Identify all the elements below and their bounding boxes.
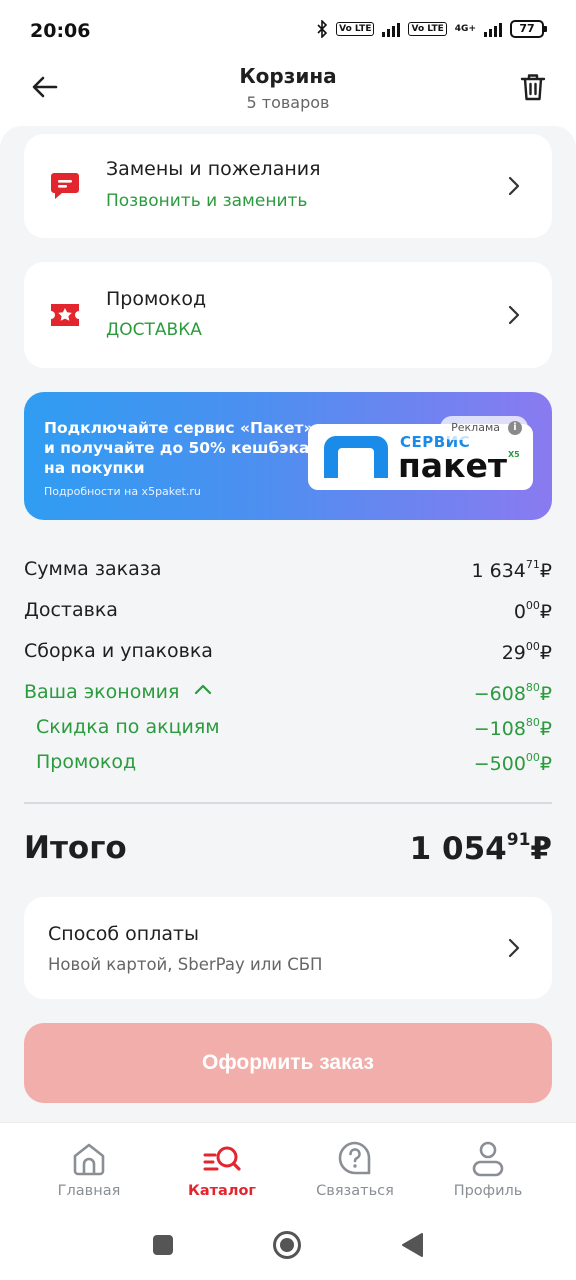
ticket-star-icon — [51, 304, 79, 326]
status-time: 20:06 — [30, 20, 91, 42]
items-count: 5 товаров — [246, 93, 330, 112]
promocode-card[interactable]: Промокод ДОСТАВКА — [24, 262, 552, 368]
replacements-subtitle: Позвонить и заменить — [106, 191, 308, 211]
payment-method-card[interactable]: Способ оплаты Новой картой, SberPay или … — [24, 897, 552, 999]
economy-row[interactable]: Ваша экономия −60880₽ — [24, 681, 552, 711]
chevron-right-icon — [508, 305, 520, 325]
status-icons: Vo LTE Vo LTE 4G+ 77 — [316, 20, 547, 38]
chat-bubble-icon — [51, 173, 79, 199]
nav-contact-label: Связаться — [316, 1183, 394, 1199]
assembly-label: Сборка и упаковка — [24, 640, 213, 662]
question-chat-icon — [338, 1141, 371, 1175]
battery-icon: 77 — [510, 20, 547, 38]
discount-row: Скидка по акциям −10880₽ — [24, 716, 552, 746]
economy-value: −60880₽ — [473, 681, 552, 705]
ad-label[interactable]: Реклама i — [440, 416, 528, 440]
economy-label[interactable]: Ваша экономия — [24, 681, 213, 703]
status-bar: 20:06 Vo LTE Vo LTE 4G+ 77 — [0, 0, 576, 64]
nav-catalog-label: Каталог — [188, 1183, 256, 1199]
home-icon — [73, 1143, 105, 1176]
order-sum-label: Сумма заказа — [24, 558, 162, 580]
logo-x5-text: X5 — [508, 450, 520, 459]
back-triangle-icon[interactable] — [400, 1232, 424, 1258]
banner-details-link: Подробности на x5paket.ru — [44, 485, 201, 498]
order-sum-value: 1 63471₽ — [471, 558, 553, 582]
system-navigation — [0, 1218, 576, 1280]
signal-icon-2 — [484, 21, 502, 37]
promo-discount-label: Промокод — [36, 751, 137, 773]
banner-text: Подключайте сервис «Пакет» и получайте д… — [44, 419, 314, 477]
nav-home-label: Главная — [57, 1183, 121, 1199]
logo-paket-text: пакет — [398, 446, 507, 485]
nav-home[interactable]: Главная — [24, 1139, 154, 1199]
chevron-up-icon — [195, 684, 212, 695]
promo-discount-value: −50000₽ — [473, 751, 552, 775]
profile-icon — [472, 1141, 504, 1177]
nav-catalog[interactable]: Каталог — [157, 1139, 287, 1199]
chevron-right-icon — [508, 938, 520, 958]
nav-profile-label: Профиль — [453, 1183, 523, 1199]
discount-value: −10880₽ — [473, 716, 552, 740]
trash-icon — [520, 74, 546, 101]
promocode-value: ДОСТАВКА — [106, 320, 202, 340]
replacements-card[interactable]: Замены и пожелания Позвонить и заменить — [24, 134, 552, 238]
app-header: Корзина 5 товаров — [0, 56, 576, 128]
delivery-row: Доставка 000₽ — [24, 599, 552, 629]
assembly-row: Сборка и упаковка 2900₽ — [24, 640, 552, 670]
info-icon: i — [508, 421, 522, 435]
promo-discount-row: Промокод −50000₽ — [24, 751, 552, 781]
page-title: Корзина — [239, 64, 337, 88]
order-sum-row: Сумма заказа 1 63471₽ — [24, 558, 552, 588]
bluetooth-icon — [317, 20, 328, 38]
volte-badge-2: Vo LTE — [408, 22, 447, 36]
promocode-title: Промокод — [106, 288, 207, 310]
payment-subtitle: Новой картой, SberPay или СБП — [48, 955, 323, 974]
clear-cart-button[interactable] — [516, 70, 550, 104]
total-value: 1 05491₽ — [409, 830, 552, 867]
cart-content: Замены и пожелания Позвонить и заменить … — [0, 126, 576, 1122]
bottom-navigation: Главная Каталог Связаться Профиль — [0, 1122, 576, 1218]
ad-banner[interactable]: Подключайте сервис «Пакет» и получайте д… — [24, 392, 552, 520]
total-label: Итого — [24, 830, 127, 866]
payment-title: Способ оплаты — [48, 923, 200, 945]
volte-badge: Vo LTE — [336, 22, 375, 36]
divider — [24, 802, 552, 804]
nav-profile[interactable]: Профиль — [423, 1139, 553, 1199]
delivery-value: 000₽ — [513, 599, 552, 623]
discount-label: Скидка по акциям — [36, 716, 220, 738]
ad-label-text: Реклама — [451, 421, 500, 434]
network-type: 4G+ — [454, 24, 476, 34]
place-order-button[interactable]: Оформить заказ — [24, 1023, 552, 1103]
paket-logo-shape — [324, 436, 388, 478]
replacements-title: Замены и пожелания — [106, 158, 321, 180]
delivery-label: Доставка — [24, 599, 118, 621]
nav-contact[interactable]: Связаться — [290, 1139, 420, 1199]
home-circle-icon[interactable] — [272, 1230, 302, 1260]
assembly-value: 2900₽ — [501, 640, 552, 664]
chevron-right-icon — [508, 176, 520, 196]
recents-icon[interactable] — [152, 1234, 174, 1256]
signal-icon — [382, 21, 401, 37]
catalog-search-icon — [203, 1146, 241, 1171]
